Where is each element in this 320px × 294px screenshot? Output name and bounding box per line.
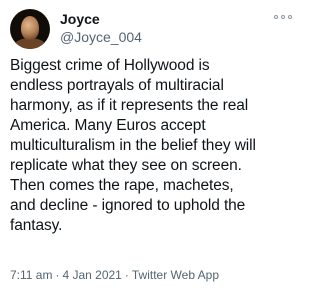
avatar-face xyxy=(21,16,39,40)
tweet-header: Joyce @Joyce_004 xyxy=(10,9,292,51)
dot-icon xyxy=(281,15,285,19)
tweet-time[interactable]: 7:11 am xyxy=(10,268,52,282)
user-handle[interactable]: @Joyce_004 xyxy=(60,28,274,46)
avatar[interactable] xyxy=(10,9,50,49)
author-names: Joyce @Joyce_004 xyxy=(60,11,274,46)
tweet-source[interactable]: Twitter Web App xyxy=(132,268,219,282)
tweet-date[interactable]: 4 Jan 2021 xyxy=(62,268,121,282)
meta-separator: · xyxy=(55,268,60,282)
tweet-text: Biggest crime of Hollywood is endless po… xyxy=(10,57,256,234)
more-options-icon[interactable] xyxy=(274,12,292,22)
dot-icon xyxy=(274,15,278,19)
tweet-meta: 7:11 am · 4 Jan 2021 · Twitter Web App xyxy=(10,268,219,283)
meta-separator: · xyxy=(124,268,129,282)
display-name[interactable]: Joyce xyxy=(60,11,274,28)
tweet-card: Joyce @Joyce_004 Biggest crime of Hollyw… xyxy=(0,0,300,294)
dot-icon xyxy=(288,15,292,19)
